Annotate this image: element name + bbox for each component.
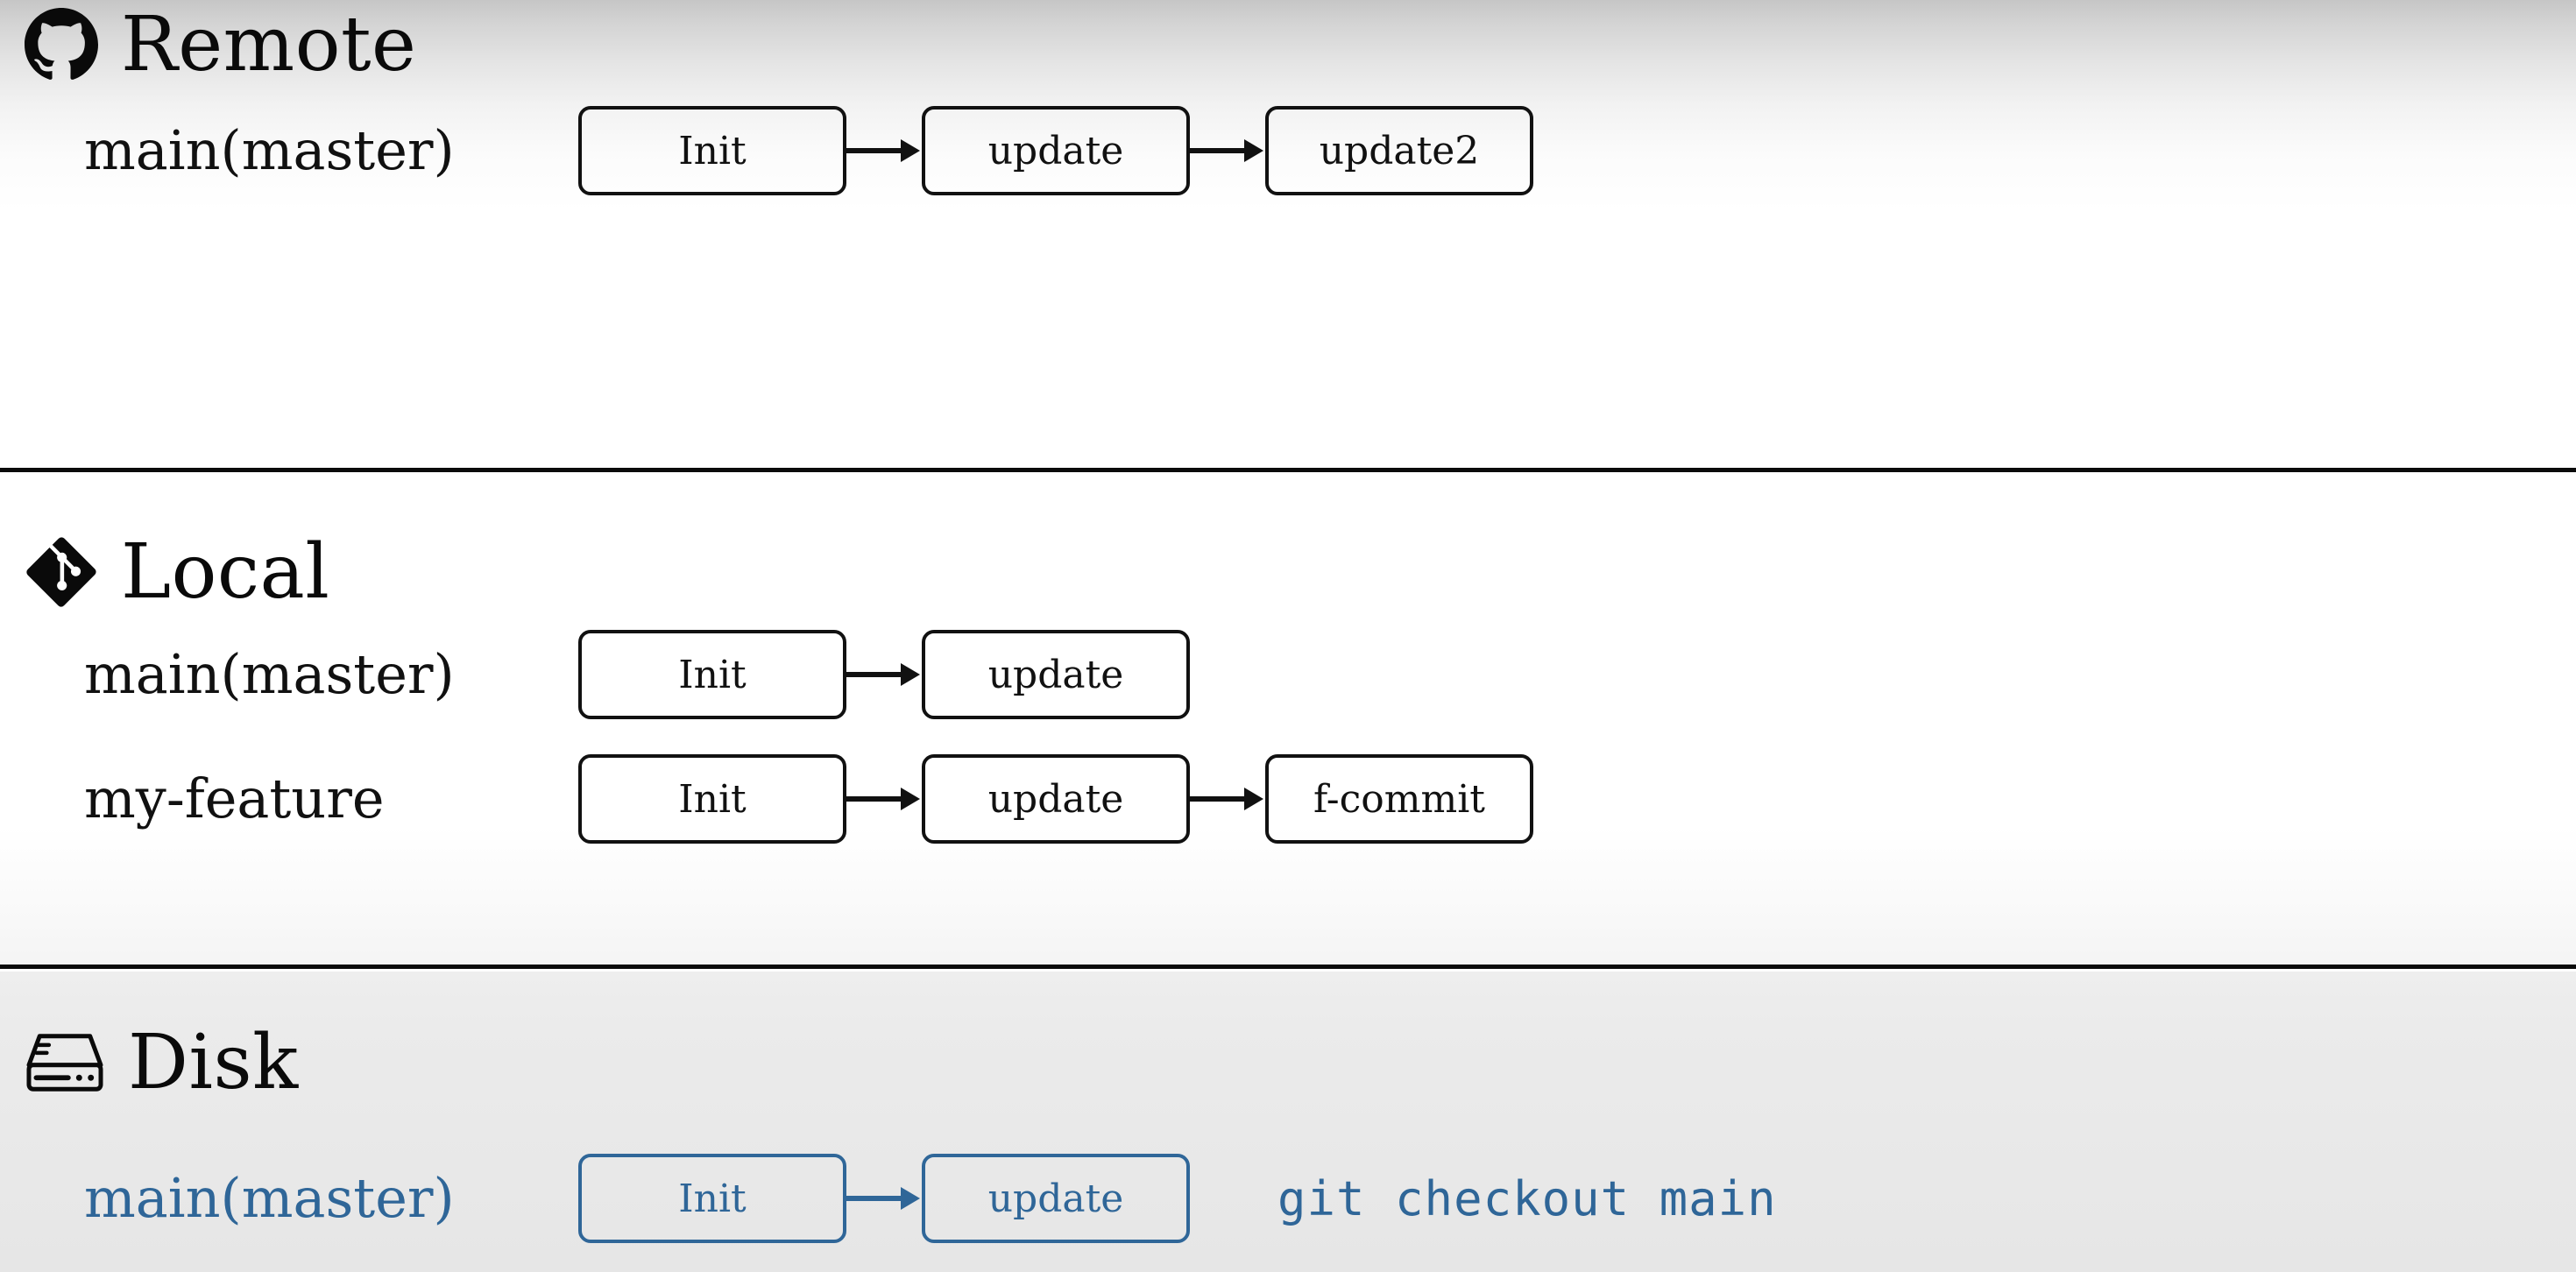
branch-label: main(master) — [84, 118, 455, 182]
arrow-icon — [1190, 754, 1265, 844]
branch-row-local-my-feature: my-feature Init update f-commit — [0, 753, 1533, 844]
arrow-icon — [1190, 106, 1265, 195]
section-title-remote: Remote — [121, 1, 417, 88]
commit-graph: Init update update2 — [578, 106, 1533, 195]
commit-graph: Init update — [578, 1154, 1190, 1243]
branch-row-disk-main: main(master) Init update git checkout ma… — [0, 1153, 1777, 1244]
arrow-icon — [846, 630, 922, 719]
section-remote: Remote main(master) Init update update2 — [0, 0, 2576, 471]
commit-node[interactable]: update — [922, 754, 1190, 844]
section-header-local: Local — [25, 534, 329, 610]
branch-label: main(master) — [84, 642, 455, 706]
commit-node[interactable]: Init — [578, 630, 846, 719]
branch-row-remote-main: main(master) Init update update2 — [0, 105, 1533, 196]
diagram-canvas: Remote main(master) Init update update2 … — [0, 0, 2576, 1272]
arrow-icon — [846, 754, 922, 844]
commit-node[interactable]: update — [922, 1154, 1190, 1243]
branch-row-local-main: main(master) Init update — [0, 629, 1190, 720]
commit-node[interactable]: Init — [578, 106, 846, 195]
section-divider — [0, 965, 2576, 969]
commit-node[interactable]: Init — [578, 754, 846, 844]
hard-drive-icon — [25, 1029, 105, 1096]
commit-node[interactable]: Init — [578, 1154, 846, 1243]
commit-node[interactable]: update — [922, 630, 1190, 719]
commit-node[interactable]: f-commit — [1265, 754, 1533, 844]
section-title-disk: Disk — [128, 1019, 299, 1106]
git-command-text: git checkout main — [1277, 1170, 1777, 1226]
commit-graph: Init update f-commit — [578, 754, 1533, 844]
github-octocat-icon — [25, 8, 98, 81]
commit-graph: Init update — [578, 630, 1190, 719]
branch-label: my-feature — [84, 767, 385, 830]
branch-label: main(master) — [84, 1166, 455, 1230]
commit-node[interactable]: update — [922, 106, 1190, 195]
commit-node[interactable]: update2 — [1265, 106, 1533, 195]
section-title-local: Local — [121, 528, 330, 616]
section-divider — [0, 468, 2576, 472]
section-header-disk: Disk — [25, 1025, 299, 1100]
arrow-icon — [846, 1154, 922, 1243]
arrow-icon — [846, 106, 922, 195]
section-local — [0, 475, 2576, 968]
git-logo-icon — [25, 535, 98, 609]
section-header-remote: Remote — [25, 7, 416, 82]
